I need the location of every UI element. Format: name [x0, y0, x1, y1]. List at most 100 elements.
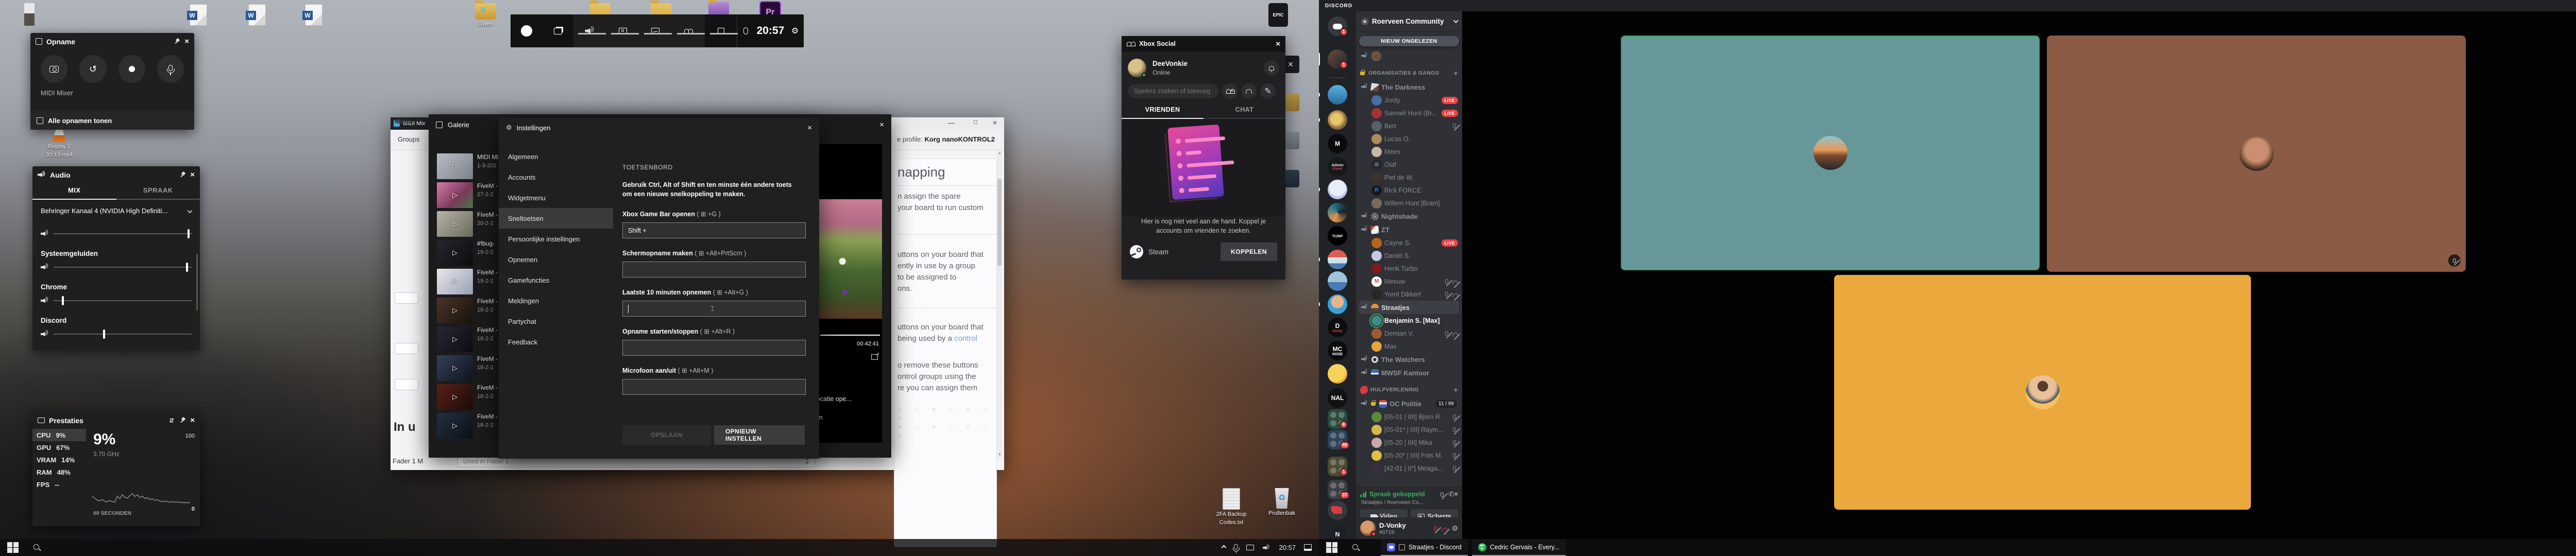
tray-volume-icon[interactable]	[1263, 544, 1270, 551]
start-button[interactable]	[1326, 542, 1337, 553]
close-icon[interactable]: ×	[190, 171, 195, 179]
avatar[interactable]	[1128, 59, 1146, 77]
xbox-logo-icon[interactable]	[520, 24, 533, 38]
mouse-icon[interactable]	[739, 24, 753, 38]
server-icon[interactable]: DVonky	[1328, 318, 1347, 337]
tab-mix[interactable]: MIX	[32, 186, 116, 194]
performance-widget-icon[interactable]	[649, 24, 662, 38]
mic-muted-icon[interactable]	[1434, 526, 1437, 531]
settings-titlebar[interactable]: ⚙ Instellingen ×	[499, 117, 819, 138]
channel-row[interactable]: [05-01 | IIII] Bjorn R. +	[1356, 410, 1462, 423]
taskbar-app-discord[interactable]: Straatjes - Discord	[1381, 539, 1468, 556]
audio-device-select[interactable]: Behringer Kanaal 4 (NVIDIA High Definiti…	[32, 200, 200, 215]
channel-row[interactable]: Yorrit Dikkert +	[1356, 288, 1462, 301]
channel-row[interactable]: Bert +	[1356, 119, 1462, 132]
channel-row[interactable]: Mees +	[1356, 145, 1462, 158]
scroll-up-icon[interactable]: ▲	[998, 151, 1002, 155]
noise-suppression-icon[interactable]	[1440, 492, 1444, 497]
close-icon[interactable]: ×	[184, 38, 189, 45]
server-icon[interactable]	[1328, 85, 1347, 105]
channel-row[interactable]: Henk Turbo +	[1356, 262, 1462, 275]
gamebar-settings-icon[interactable]: ⚙	[788, 24, 802, 38]
close-icon[interactable]: ×	[879, 121, 884, 129]
server-icon[interactable]	[1328, 271, 1347, 291]
close-icon[interactable]: ×	[190, 416, 195, 424]
metric-row[interactable]: CPU9%	[32, 429, 86, 441]
settings-nav-item[interactable]: Algemeen	[499, 146, 613, 167]
popout-icon[interactable]: ↗	[871, 354, 878, 360]
shortcut-input[interactable]: Shift + ⌶	[622, 222, 806, 238]
action-center-icon[interactable]	[1304, 544, 1312, 551]
control-link[interactable]: control	[954, 334, 977, 343]
server-header[interactable]: ◉ Roerveen Community	[1356, 11, 1462, 32]
channel-row[interactable]: Straatjes +	[1359, 301, 1459, 314]
settings-nav-item[interactable]: Meldingen	[499, 290, 613, 311]
server-icon[interactable]	[1328, 180, 1347, 199]
tray-clock[interactable]: 20:57	[1279, 544, 1296, 551]
tray-network-icon[interactable]	[1246, 545, 1254, 550]
audio-widget-titlebar[interactable]: Audio ×	[32, 166, 200, 183]
record-last-button[interactable]: ↺	[79, 55, 106, 83]
pin-icon[interactable]	[173, 38, 180, 45]
shortcut-input[interactable]: ⌶	[622, 379, 806, 395]
call-participant-tile[interactable]	[1621, 36, 2040, 270]
server-icon[interactable]: AdminPanel	[1328, 157, 1347, 177]
tray-mic-icon[interactable]	[1234, 544, 1238, 549]
social-titlebar[interactable]: Xbox Social ×	[1122, 36, 1285, 51]
server-icon[interactable]: NAL	[1328, 388, 1347, 408]
server-icon[interactable]	[1328, 203, 1347, 222]
desktop-icon-epic-games[interactable]: EPIC	[1259, 3, 1297, 27]
scroll-down-icon[interactable]: ▼	[998, 453, 1002, 457]
channel-row[interactable]: [05-20* | IIII] Frits M. +	[1356, 449, 1462, 462]
link-account-button[interactable]: KOPPELEN	[1221, 242, 1277, 261]
pin-icon[interactable]	[179, 417, 186, 424]
minimize-icon[interactable]: —	[948, 119, 955, 127]
close-icon[interactable]: ×	[993, 118, 997, 127]
channel-row[interactable]: Willem Hunt [Bram] +	[1356, 197, 1462, 210]
call-participant-tile[interactable]	[1834, 275, 2251, 510]
metric-row[interactable]: VRAM14%	[32, 454, 86, 466]
server-icon[interactable]	[1328, 250, 1347, 269]
social-widget-icon[interactable]	[682, 24, 695, 38]
search-players-input[interactable]	[1128, 84, 1218, 98]
server-icon[interactable]	[1328, 364, 1347, 384]
create-channel-icon[interactable]: +	[1454, 386, 1458, 394]
metric-row[interactable]: FPS--	[32, 478, 86, 491]
save-button[interactable]: OPSLAAN	[622, 425, 711, 445]
scrollbar[interactable]: ▲ ▼	[997, 150, 1002, 458]
settings-nav-item[interactable]: Partychat	[499, 311, 613, 332]
capture-widget-icon[interactable]	[616, 24, 630, 38]
tab-vrienden[interactable]: VRIENDEN	[1122, 106, 1204, 113]
channel-row[interactable]: [42-01 | II*] Meaga... +	[1356, 462, 1462, 475]
screenshot-button[interactable]	[41, 55, 67, 83]
show-all-captures-button[interactable]: Alle opnamen tonen	[30, 111, 194, 130]
microphone-button[interactable]	[157, 55, 184, 83]
notifications-bell-button[interactable]	[1264, 60, 1279, 76]
close-icon[interactable]: ×	[807, 124, 812, 132]
server-icon[interactable]: M	[1328, 134, 1347, 153]
channel-row[interactable]: +	[1359, 49, 1459, 63]
new-message-button[interactable]: ✎	[1260, 83, 1276, 99]
create-channel-icon[interactable]: +	[1454, 69, 1458, 77]
channel-row[interactable]: Demian V. +	[1356, 327, 1462, 340]
deafened-icon[interactable]	[1443, 528, 1448, 531]
settings-nav-item[interactable]: Persoonlijke instellingen	[499, 229, 613, 249]
settings-nav-item[interactable]: Accounts	[499, 167, 613, 187]
taskbar-search-icon[interactable]	[33, 544, 41, 552]
volume-slider[interactable]	[54, 233, 192, 234]
call-participant-tile[interactable]	[2047, 36, 2466, 272]
server-icon[interactable]	[1328, 500, 1347, 520]
options-sliders-icon[interactable]: ⇵	[169, 417, 175, 424]
add-friend-button[interactable]: +	[1222, 83, 1238, 99]
party-headset-button[interactable]	[1241, 83, 1257, 99]
channel-row[interactable]: Jordy LIVE +	[1356, 94, 1462, 107]
tab-chat[interactable]: CHAT	[1204, 106, 1285, 113]
channel-row[interactable]: [05-20 | IIII] Mika +	[1356, 436, 1462, 449]
start-button[interactable]	[7, 542, 19, 553]
user-settings-gear-icon[interactable]: ⚙	[1451, 524, 1458, 533]
shortcut-input[interactable]: ⌶	[622, 301, 806, 317]
settings-nav-item[interactable]: Gamefuncties	[499, 270, 613, 290]
channel-row[interactable]: R Rick FORCE +	[1356, 184, 1462, 197]
pin-icon[interactable]	[179, 171, 186, 179]
taskbar-app-spotify[interactable]: Cedric Gervais - Every...	[1472, 539, 1566, 556]
